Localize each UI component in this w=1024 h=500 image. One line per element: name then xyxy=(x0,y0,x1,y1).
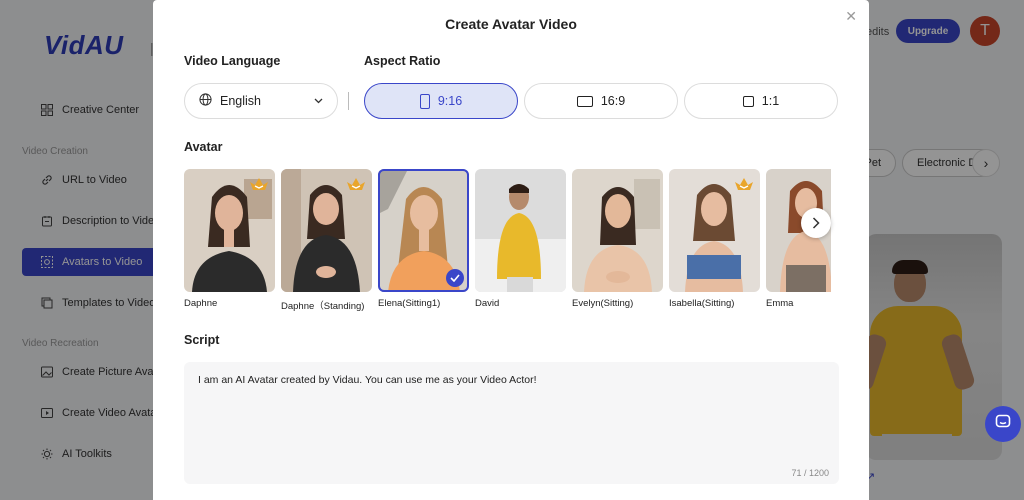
chevron-right-icon xyxy=(812,217,820,229)
avatar-card-evelyn-sitting[interactable]: Evelyn(Sitting) xyxy=(572,169,663,309)
modal-title: Create Avatar Video xyxy=(445,16,577,32)
premium-crown-icon xyxy=(250,178,268,190)
ratio-16-9-button[interactable]: 16:9 xyxy=(524,83,678,119)
globe-icon xyxy=(199,93,212,109)
premium-crown-icon xyxy=(735,178,753,190)
ratio-label: 16:9 xyxy=(600,94,626,108)
landscape-ratio-icon xyxy=(576,95,593,107)
avatar-thumbnail xyxy=(572,169,663,292)
avatar-name: Daphne xyxy=(184,298,218,309)
language-value: English xyxy=(220,94,261,108)
avatar-thumbnail xyxy=(475,169,566,292)
ratio-label: 1:1 xyxy=(761,94,780,108)
premium-crown-icon xyxy=(347,178,365,190)
avatar-card-elena-sitting1[interactable]: Elena(Sitting1) xyxy=(378,169,469,309)
script-label: Script xyxy=(184,333,220,347)
avatar-name: Elena(Sitting1) xyxy=(378,298,441,309)
avatar-thumbnail xyxy=(184,169,275,292)
chat-support-button[interactable] xyxy=(985,406,1021,442)
avatar-card-daphne[interactable]: Daphne xyxy=(184,169,275,309)
ratio-1-1-button[interactable]: 1:1 xyxy=(684,83,838,119)
chat-icon xyxy=(995,414,1011,435)
ratio-9-16-button[interactable]: 9:16 xyxy=(364,83,518,119)
aspect-ratio-label: Aspect Ratio xyxy=(364,54,441,68)
avatar-thumbnail xyxy=(281,169,372,292)
ratio-label: 9:16 xyxy=(437,94,463,108)
avatar-name: David xyxy=(475,298,500,309)
avatar-carousel-next-button[interactable] xyxy=(801,208,831,238)
avatar-card-isabella-sitting[interactable]: Isabella(Sitting) xyxy=(669,169,760,309)
avatar-card-emma[interactable]: Emma xyxy=(766,169,831,309)
avatar-name: Isabella(Sitting) xyxy=(669,298,735,309)
avatar-name: Evelyn(Sitting) xyxy=(572,298,634,309)
selected-check-icon xyxy=(446,269,464,287)
avatar-name: Emma xyxy=(766,298,794,309)
avatar-label: Avatar xyxy=(184,140,223,154)
avatar-card-david[interactable]: David xyxy=(475,169,566,309)
chevron-down-icon xyxy=(313,96,323,106)
avatar-thumbnail xyxy=(378,169,469,292)
video-language-label: Video Language xyxy=(184,54,281,68)
close-icon[interactable]: ✕ xyxy=(845,8,857,25)
square-ratio-icon xyxy=(742,95,754,107)
script-textarea[interactable]: I am an AI Avatar created by Vidau. You … xyxy=(184,362,839,484)
avatar-name: Daphne（Standing) xyxy=(281,301,365,312)
create-avatar-video-modal: Create Avatar Video ✕ Video Language Asp… xyxy=(153,0,869,500)
character-count: 71 / 1200 xyxy=(791,468,829,478)
portrait-ratio-icon xyxy=(419,93,430,109)
avatar-thumbnail xyxy=(669,169,760,292)
avatar-carousel: Daphne Daphne（Standing) Elena(Sitting1) … xyxy=(184,169,831,314)
language-select[interactable]: English xyxy=(184,83,338,119)
divider xyxy=(348,92,349,110)
avatar-card-daphne-standing[interactable]: Daphne（Standing) xyxy=(281,169,372,312)
script-text: I am an AI Avatar created by Vidau. You … xyxy=(198,374,537,386)
